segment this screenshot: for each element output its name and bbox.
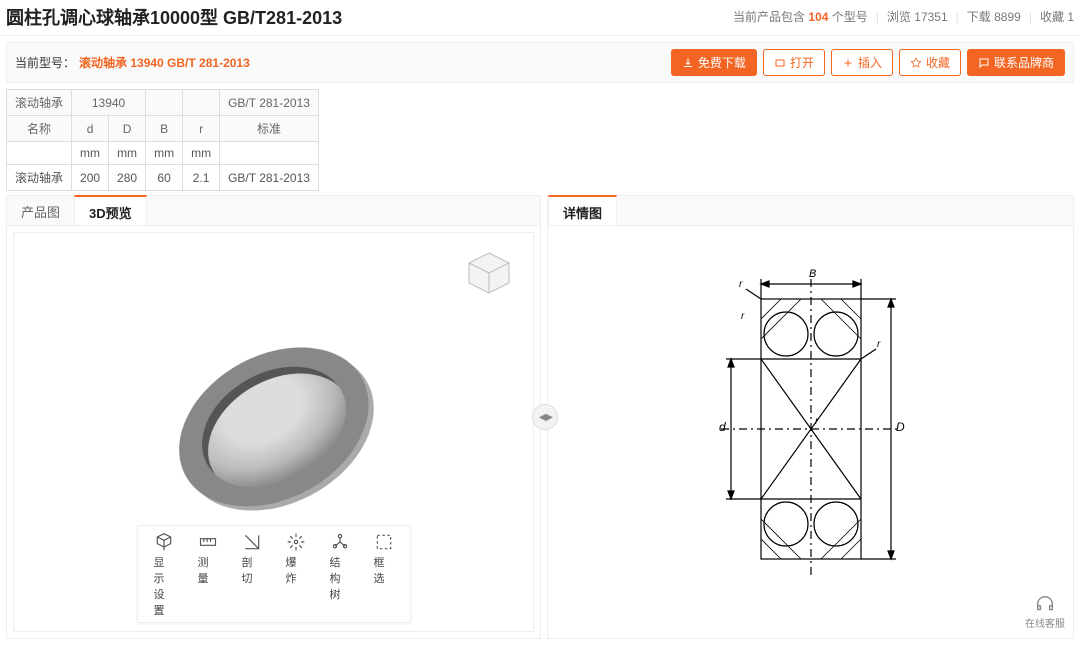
open-button[interactable]: 打开	[763, 49, 825, 76]
tool-structure-tree[interactable]: 结构树	[330, 532, 350, 618]
tool-box-select[interactable]: 框选	[374, 532, 394, 618]
downloads-stat: 下载 8899	[967, 8, 1021, 25]
insert-button[interactable]: 插入	[831, 49, 893, 76]
contact-brand-button[interactable]: 联系品牌商	[967, 49, 1065, 76]
tab-3d-preview[interactable]: 3D预览	[74, 195, 147, 225]
table-row: 滚动轴承 200 280 60 2.1 GB/T 281-2013	[7, 165, 319, 191]
views-stat: 浏览 17351	[887, 8, 948, 25]
view-cube[interactable]	[465, 249, 513, 297]
bearing-3d-render	[164, 317, 404, 557]
table-row: mm mm mm mm	[7, 142, 319, 165]
star-icon	[910, 57, 922, 69]
tool-section[interactable]: 剖切	[242, 532, 262, 618]
model-bar: 当前型号： 滚动轴承 13940 GB/T 281-2013 免费下载 打开 插…	[6, 42, 1074, 83]
right-tabs: 详情图	[548, 196, 1073, 226]
viewer-3d[interactable]: 显示设置 测量 剖切 爆炸 结构树	[13, 232, 534, 632]
contains-label: 当前产品包含 104 个型号	[733, 8, 868, 25]
viewer-toolbar: 显示设置 测量 剖切 爆炸 结构树	[137, 525, 411, 623]
cube-outline-icon	[154, 532, 174, 552]
box-select-icon	[374, 532, 394, 552]
tool-display-settings[interactable]: 显示设置	[154, 532, 174, 618]
insert-icon	[842, 57, 854, 69]
header-stats: 当前产品包含 104 个型号 | 浏览 17351 | 下载 8899 | 收藏…	[733, 8, 1074, 25]
favs-stat: 收藏 1	[1040, 8, 1074, 25]
section-icon	[242, 532, 262, 552]
download-button[interactable]: 免费下载	[671, 49, 757, 76]
table-row: 滚动轴承 13940 GB/T 281-2013	[7, 90, 319, 116]
tool-measure[interactable]: 测量	[198, 532, 218, 618]
detail-diagram: D d B r r r r	[548, 226, 1073, 632]
svg-text:d: d	[719, 420, 726, 434]
page-title: 圆柱孔调心球轴承10000型 GB/T281-2013	[6, 4, 342, 30]
svg-text:D: D	[896, 420, 905, 434]
current-model-name: 滚动轴承 13940 GB/T 281-2013	[79, 54, 250, 71]
left-tabs: 产品图 3D预览	[7, 196, 540, 226]
tree-icon	[330, 532, 350, 552]
favorite-button[interactable]: 收藏	[899, 49, 961, 76]
download-icon	[682, 57, 694, 69]
svg-text:B: B	[809, 268, 816, 280]
customer-service-button[interactable]: 在线客服	[1025, 593, 1065, 630]
tab-detail-diagram[interactable]: 详情图	[548, 195, 617, 225]
svg-text:r: r	[877, 339, 881, 350]
params-table: 滚动轴承 13940 GB/T 281-2013 名称 d D B r 标准 m…	[6, 89, 319, 191]
panel-3d: 产品图 3D预览 显示设置	[6, 195, 541, 639]
headset-icon	[1034, 593, 1056, 615]
cube-icon	[465, 249, 513, 297]
svg-text:r: r	[739, 279, 743, 290]
panels-row: 产品图 3D预览 显示设置	[0, 195, 1080, 645]
panel-detail: ◀ ▶ 详情图	[547, 195, 1074, 639]
page-header: 圆柱孔调心球轴承10000型 GB/T281-2013 当前产品包含 104 个…	[0, 0, 1080, 36]
bearing-section-drawing: D d B r r r r	[691, 259, 931, 599]
table-row: 名称 d D B r 标准	[7, 116, 319, 142]
tab-product-image[interactable]: 产品图	[7, 196, 74, 225]
tool-explode[interactable]: 爆炸	[286, 532, 306, 618]
explode-icon	[286, 532, 306, 552]
current-model-label: 当前型号：	[15, 54, 75, 71]
svg-text:r: r	[741, 311, 745, 322]
chat-icon	[978, 57, 990, 69]
panel-divider-handle[interactable]: ◀ ▶	[532, 404, 558, 430]
ruler-icon	[198, 532, 218, 552]
open-icon	[774, 57, 786, 69]
